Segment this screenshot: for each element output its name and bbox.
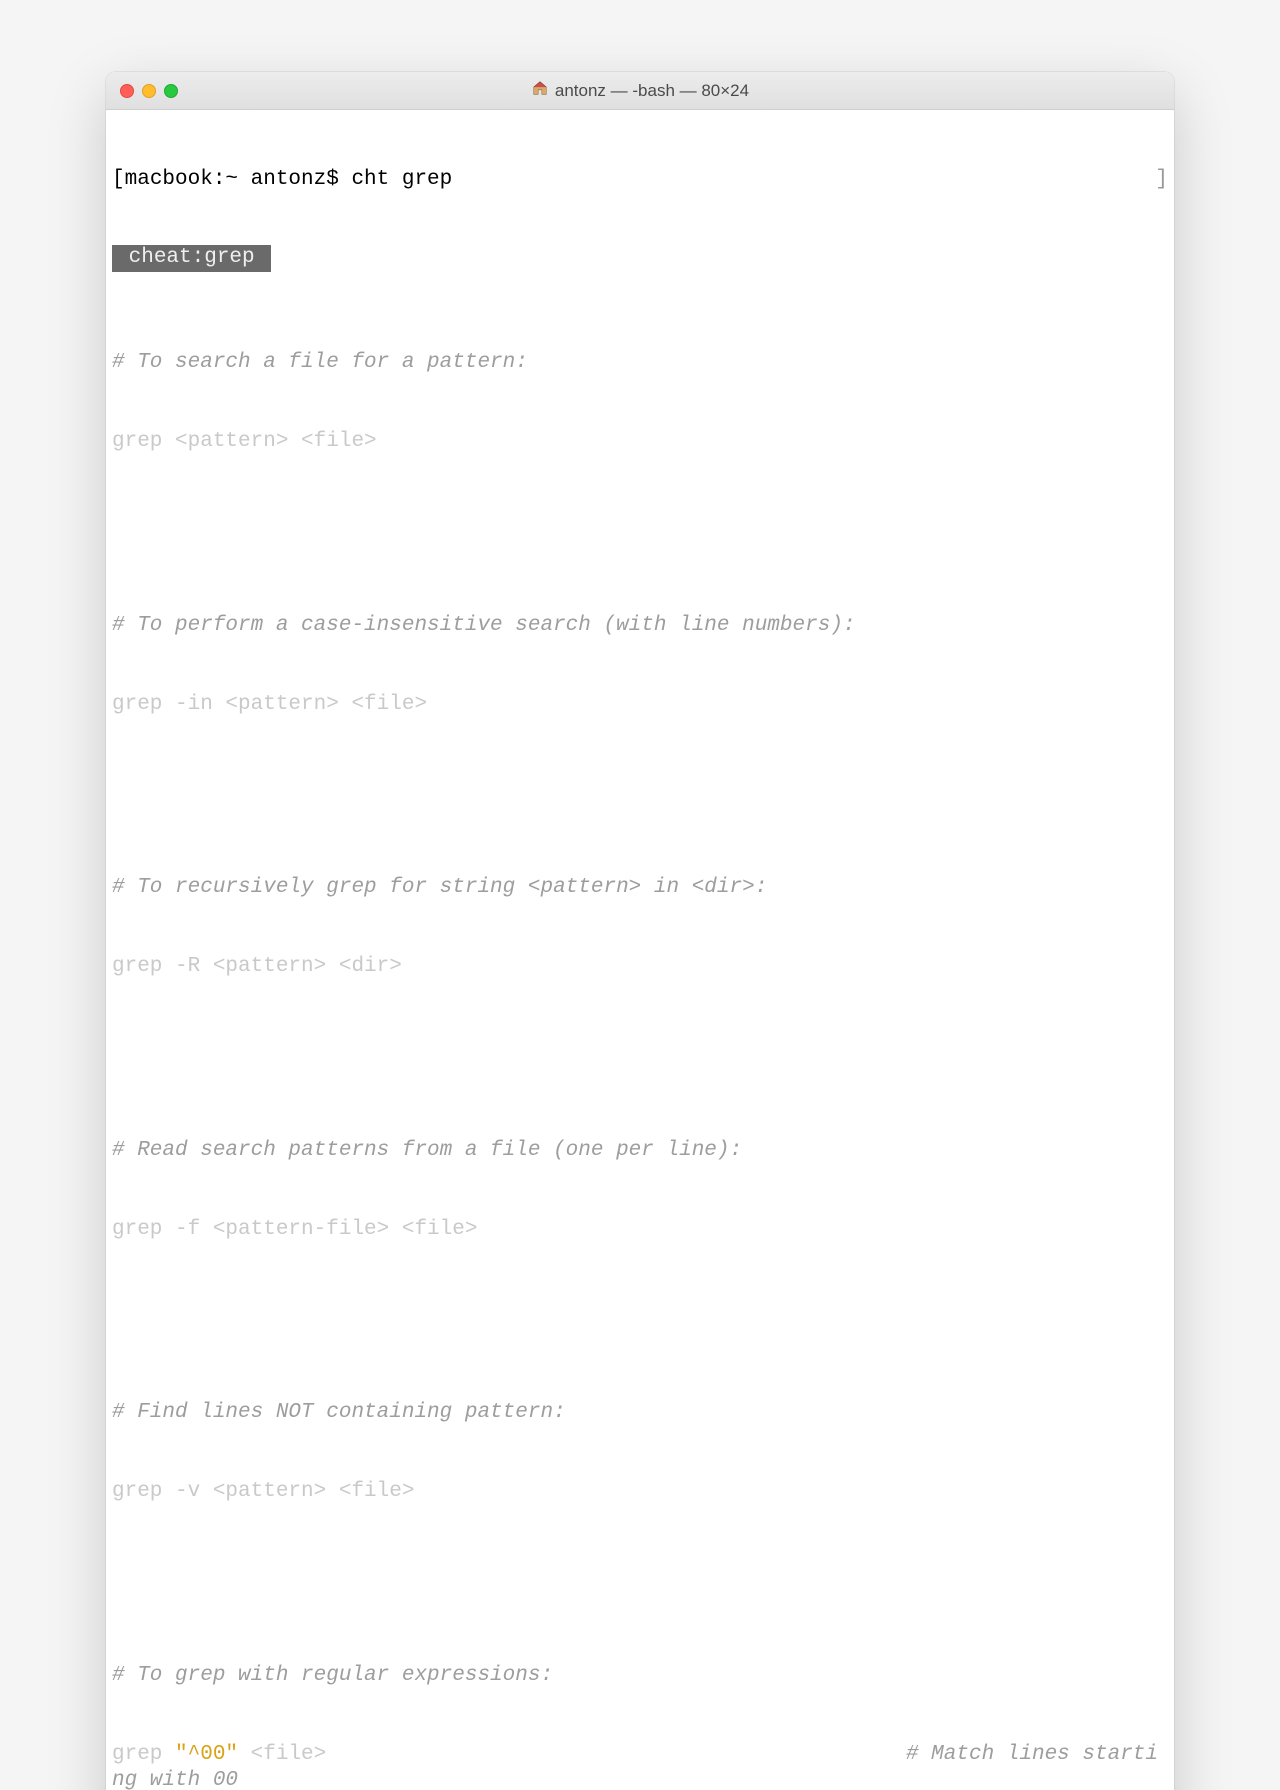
cheat-header: cheat:grep [112, 245, 1168, 271]
section-cmd: grep <pattern> <file> [112, 429, 1168, 455]
blank-line [112, 770, 1168, 796]
regex-post: <file> [238, 1743, 326, 1766]
maximize-button[interactable] [164, 84, 178, 98]
section-comment: # To recursively grep for string <patter… [112, 875, 1168, 901]
home-icon [531, 79, 549, 102]
section-comment: # Read search patterns from a file (one … [112, 1138, 1168, 1164]
section-comment: # To perform a case-insensitive search (… [112, 613, 1168, 639]
bracket-left: [ [112, 168, 125, 191]
blank-line [112, 508, 1168, 534]
section-cmd: grep -R <pattern> <dir> [112, 954, 1168, 980]
section-comment: # Find lines NOT containing pattern: [112, 1400, 1168, 1426]
regex-pre: grep [112, 1743, 175, 1766]
regex-comment: # To grep with regular expressions: [112, 1663, 1168, 1689]
section-cmd: grep -f <pattern-file> <file> [112, 1217, 1168, 1243]
regex-line-1: grep "^00" <file> # Match lines starting… [112, 1742, 1168, 1790]
titlebar: antonz — -bash — 80×24 [106, 72, 1174, 110]
prompt-text: macbook:~ antonz$ cht grep [125, 168, 453, 191]
window-title-text: antonz — -bash — 80×24 [555, 81, 749, 101]
close-button[interactable] [120, 84, 134, 98]
terminal-body[interactable]: [macbook:~ antonz$ cht grep] cheat:grep … [106, 110, 1174, 1790]
traffic-lights [106, 84, 178, 98]
section-cmd: grep -in <pattern> <file> [112, 692, 1168, 718]
regex-gap [326, 1743, 906, 1766]
minimize-button[interactable] [142, 84, 156, 98]
section-cmd: grep -v <pattern> <file> [112, 1479, 1168, 1505]
terminal-window: antonz — -bash — 80×24 [macbook:~ antonz… [106, 72, 1174, 1790]
prompt-line: [macbook:~ antonz$ cht grep] [112, 167, 1168, 193]
blank-line [112, 1558, 1168, 1584]
section-comment: # To search a file for a pattern: [112, 350, 1168, 376]
window-title: antonz — -bash — 80×24 [106, 79, 1174, 102]
blank-line [112, 1033, 1168, 1059]
cheat-header-text: cheat:grep [112, 245, 271, 271]
blank-line [112, 1295, 1168, 1321]
bracket-right: ] [1155, 167, 1168, 193]
regex-hl: "^00" [175, 1743, 238, 1766]
